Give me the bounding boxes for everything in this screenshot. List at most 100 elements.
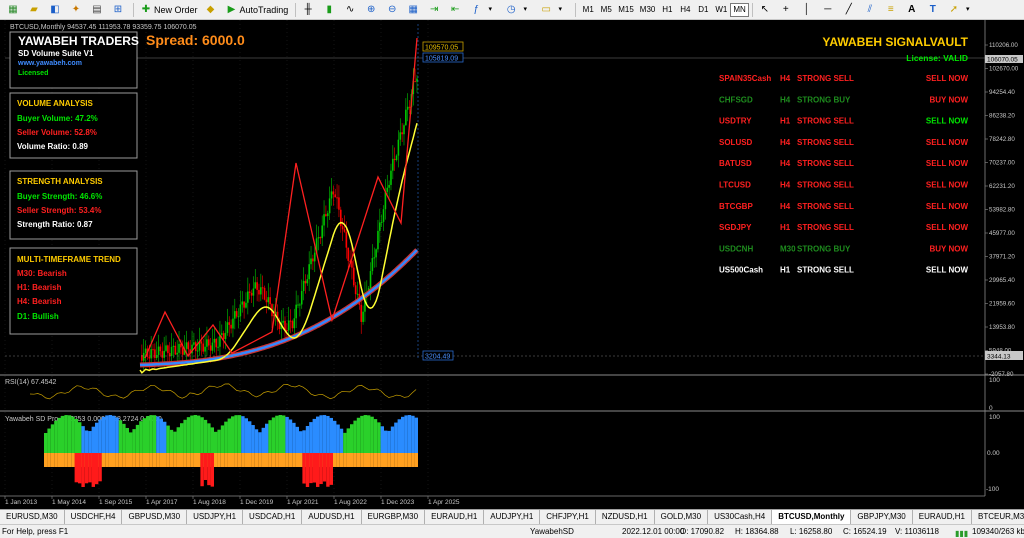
- chart-area[interactable]: 109570.05 105819.09 3204.49 BTCUSD,Month…: [0, 20, 1024, 509]
- signal-action[interactable]: SELL NOW: [926, 138, 969, 147]
- chart-tab[interactable]: BTCUSD,Monthly: [772, 510, 852, 524]
- signal-action[interactable]: SELL NOW: [926, 223, 969, 232]
- timeframe-w1[interactable]: W1: [712, 3, 730, 17]
- signal-symbol[interactable]: LTCUSD: [719, 181, 751, 190]
- cursor-tool-button[interactable]: ↖: [756, 2, 776, 18]
- channel-button[interactable]: ⫽: [861, 2, 881, 18]
- time-axis[interactable]: 1 Jan 2013 1 May 2014 1 Sep 2015 1 Apr 2017…: [4, 496, 460, 506]
- chart-tab[interactable]: AUDJPY,H1: [484, 510, 541, 524]
- signal-symbol[interactable]: BTCGBP: [719, 202, 753, 211]
- chart-canvas[interactable]: 109570.05 105819.09 3204.49 BTCUSD,Month…: [0, 20, 1024, 509]
- signal-symbol[interactable]: USDTRY: [719, 117, 752, 126]
- chart-shift-button[interactable]: ⇤: [446, 2, 466, 18]
- signal-symbol[interactable]: BATUSD: [719, 159, 752, 168]
- timeframe-m5[interactable]: M5: [597, 3, 615, 17]
- level-price-value: 3344.13: [987, 354, 1011, 361]
- chart-tab[interactable]: GBPJPY,M30: [851, 510, 913, 524]
- timeframe-mn[interactable]: MN: [730, 2, 749, 17]
- signal-action[interactable]: SELL NOW: [926, 74, 969, 83]
- chart-tab[interactable]: AUDUSD,H1: [302, 510, 362, 524]
- chart-tab[interactable]: USDCHF,H4: [65, 510, 123, 524]
- templates-button[interactable]: ▭ ▾: [537, 2, 571, 18]
- timeframe-m30[interactable]: M30: [637, 3, 659, 17]
- metaeditor-button[interactable]: ◆: [202, 2, 222, 18]
- terminal-button[interactable]: ▤: [88, 2, 108, 18]
- candle-body: [399, 132, 402, 140]
- sd-bar-positive: [336, 424, 340, 453]
- signal-action[interactable]: SELL NOW: [926, 181, 969, 190]
- chart-tab[interactable]: BTCEUR,M30: [972, 510, 1024, 524]
- signal-action[interactable]: SELL NOW: [926, 266, 969, 275]
- trendline-button[interactable]: ╱: [840, 2, 860, 18]
- signal-symbol[interactable]: US500Cash: [719, 266, 763, 275]
- zoom-out-button[interactable]: ⊖: [383, 2, 403, 18]
- signal-symbol[interactable]: SPAIN35Cash: [719, 74, 771, 83]
- timeframe-h4[interactable]: H4: [676, 3, 694, 17]
- signal-action[interactable]: BUY NOW: [929, 95, 968, 104]
- signal-action[interactable]: BUY NOW: [929, 244, 968, 253]
- navigator-button[interactable]: ✦: [67, 2, 87, 18]
- chart-tab[interactable]: EURGBP,M30: [362, 510, 426, 524]
- signal-action[interactable]: SELL NOW: [926, 159, 969, 168]
- arrows-button[interactable]: ➚ ▾: [945, 2, 979, 18]
- timeframe-d1[interactable]: D1: [694, 3, 712, 17]
- chart-tab[interactable]: CHFJPY,H1: [540, 510, 596, 524]
- horizontal-line-button[interactable]: ─: [819, 2, 839, 18]
- zoom-in-button[interactable]: ⊕: [362, 2, 382, 18]
- price-scale-label: 13953.80: [989, 324, 1015, 331]
- strategy-tester-button[interactable]: ⊞: [109, 2, 129, 18]
- new-chart-button[interactable]: ▦: [4, 2, 24, 18]
- chart-tab[interactable]: EURAUD,H1: [425, 510, 485, 524]
- periods-button[interactable]: ◷ ▾: [502, 2, 536, 18]
- indicators-button[interactable]: ƒ ▾: [467, 2, 501, 18]
- candle-body: [144, 348, 147, 353]
- status-datetime: 2022.12.01 00:00: [622, 527, 685, 536]
- sd-bar-positive: [54, 420, 58, 453]
- candle-body: [142, 352, 145, 361]
- profiles-button[interactable]: ▰: [25, 2, 45, 18]
- chart-tab[interactable]: GBPUSD,M30: [122, 510, 188, 524]
- crosshair-tool-button[interactable]: +: [777, 2, 797, 18]
- signal-timeframe: M30: [780, 244, 796, 253]
- chart-tab[interactable]: EURAUD,H1: [913, 510, 972, 524]
- market-watch-button[interactable]: ◧: [46, 2, 66, 18]
- product-name: SD Volume Suite V1: [18, 49, 94, 58]
- sd-bar-positive: [142, 418, 146, 453]
- time-axis-label: 1 Apr 2021: [287, 499, 319, 506]
- timeframe-h1[interactable]: H1: [658, 3, 676, 17]
- candle-body: [250, 292, 253, 296]
- text-tool-button[interactable]: A: [903, 2, 923, 18]
- timeframe-m1[interactable]: M1: [579, 3, 597, 17]
- sd-bar-positive: [125, 427, 129, 453]
- candle-chart-button[interactable]: ▮: [320, 2, 340, 18]
- auto-trading-button[interactable]: ▶ AutoTrading: [223, 2, 292, 18]
- sd-bar-bear-spike: [326, 453, 330, 487]
- signal-symbol[interactable]: SOLUSD: [719, 138, 753, 147]
- label-tool-button[interactable]: T: [924, 2, 944, 18]
- signal-symbol[interactable]: SGDJPY: [719, 223, 752, 232]
- timeframe-m15[interactable]: M15: [615, 3, 637, 17]
- bar-chart-button[interactable]: ╫: [299, 2, 319, 18]
- fibonacci-button[interactable]: ≡: [882, 2, 902, 18]
- signal-symbol[interactable]: USDCNH: [719, 244, 753, 253]
- vertical-line-button[interactable]: │: [798, 2, 818, 18]
- chart-tab[interactable]: US30Cash,H4: [708, 510, 773, 524]
- new-order-button[interactable]: ✚ New Order: [137, 2, 201, 18]
- signal-symbol[interactable]: CHFSGD: [719, 95, 753, 104]
- signal-action[interactable]: SELL NOW: [926, 202, 969, 211]
- price-scale[interactable]: 110206.00 102670.00 94254.40 86238.20 78242.…: [985, 42, 1019, 378]
- chart-tab[interactable]: USDCAD,H1: [243, 510, 303, 524]
- line-chart-button[interactable]: ∿: [341, 2, 361, 18]
- auto-scroll-button[interactable]: ⇥: [425, 2, 445, 18]
- chart-tab[interactable]: NZDUSD,H1: [596, 510, 655, 524]
- chart-tab[interactable]: GOLD,M30: [655, 510, 709, 524]
- sd-bar-positive: [139, 421, 143, 453]
- candle-body: [382, 209, 385, 222]
- signal-action[interactable]: SELL NOW: [926, 117, 969, 126]
- tile-windows-button[interactable]: ▦: [404, 2, 424, 18]
- chart-tab[interactable]: USDJPY,H1: [187, 510, 244, 524]
- sd-bar-bear-spike: [309, 453, 313, 484]
- candle-body: [269, 297, 271, 305]
- website-link[interactable]: www.yawabeh.com: [17, 60, 82, 67]
- chart-tab[interactable]: EURUSD,M30: [0, 510, 65, 524]
